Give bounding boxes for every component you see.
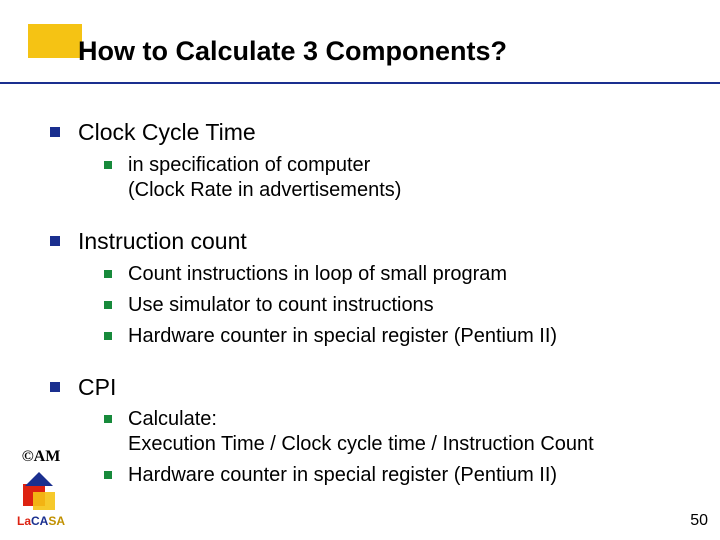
level2-text: Count instructions in loop of small prog…: [128, 262, 507, 287]
lab-name-part: SA: [48, 514, 65, 528]
level2-item: Use simulator to count instructions: [104, 293, 690, 318]
level2-item: Hardware counter in special register (Pe…: [104, 463, 690, 488]
level2-text: Hardware counter in special register (Pe…: [128, 324, 557, 349]
lab-name-part: La: [17, 514, 31, 528]
accent-block: [28, 24, 82, 58]
square-bullet-icon: [50, 127, 60, 137]
level2-item: Calculate:Execution Time / Clock cycle t…: [104, 407, 690, 457]
square-bullet-icon: [104, 332, 112, 340]
level2-text: Calculate:Execution Time / Clock cycle t…: [128, 407, 594, 457]
lab-name: LaCASA: [12, 514, 70, 528]
level1-item: Clock Cycle Time: [50, 118, 690, 147]
level1-text: CPI: [78, 373, 116, 402]
square-bullet-icon: [50, 236, 60, 246]
square-bullet-icon: [104, 471, 112, 479]
square-bullet-icon: [104, 161, 112, 169]
page-number: 50: [690, 512, 708, 530]
footer-left: ©AM LaCASA: [12, 448, 70, 528]
content-area: Clock Cycle Time in specification of com…: [50, 110, 690, 490]
copyright-label: ©AM: [12, 448, 70, 466]
spacer: [50, 205, 690, 219]
slide-title: How to Calculate 3 Components?: [78, 36, 507, 67]
logo-roof-icon: [25, 472, 53, 486]
lab-name-part: CA: [31, 514, 48, 528]
level2-text: Hardware counter in special register (Pe…: [128, 463, 557, 488]
level1-item: Instruction count: [50, 227, 690, 256]
level2-item: in specification of computer(Clock Rate …: [104, 153, 690, 203]
slide: How to Calculate 3 Components? Clock Cyc…: [0, 0, 720, 540]
level2-text: Use simulator to count instructions: [128, 293, 434, 318]
level2-text: in specification of computer(Clock Rate …: [128, 153, 401, 203]
level1-text: Instruction count: [78, 227, 247, 256]
square-bullet-icon: [104, 270, 112, 278]
square-bullet-icon: [104, 301, 112, 309]
square-bullet-icon: [104, 415, 112, 423]
lab-logo: [21, 470, 61, 512]
level1-item: CPI: [50, 373, 690, 402]
spacer: [50, 351, 690, 365]
level1-text: Clock Cycle Time: [78, 118, 256, 147]
level2-item: Hardware counter in special register (Pe…: [104, 324, 690, 349]
square-bullet-icon: [50, 382, 60, 392]
level2-item: Count instructions in loop of small prog…: [104, 262, 690, 287]
title-rule: [0, 82, 720, 84]
logo-yellow-square: [33, 492, 55, 510]
title-row: How to Calculate 3 Components?: [78, 36, 507, 67]
